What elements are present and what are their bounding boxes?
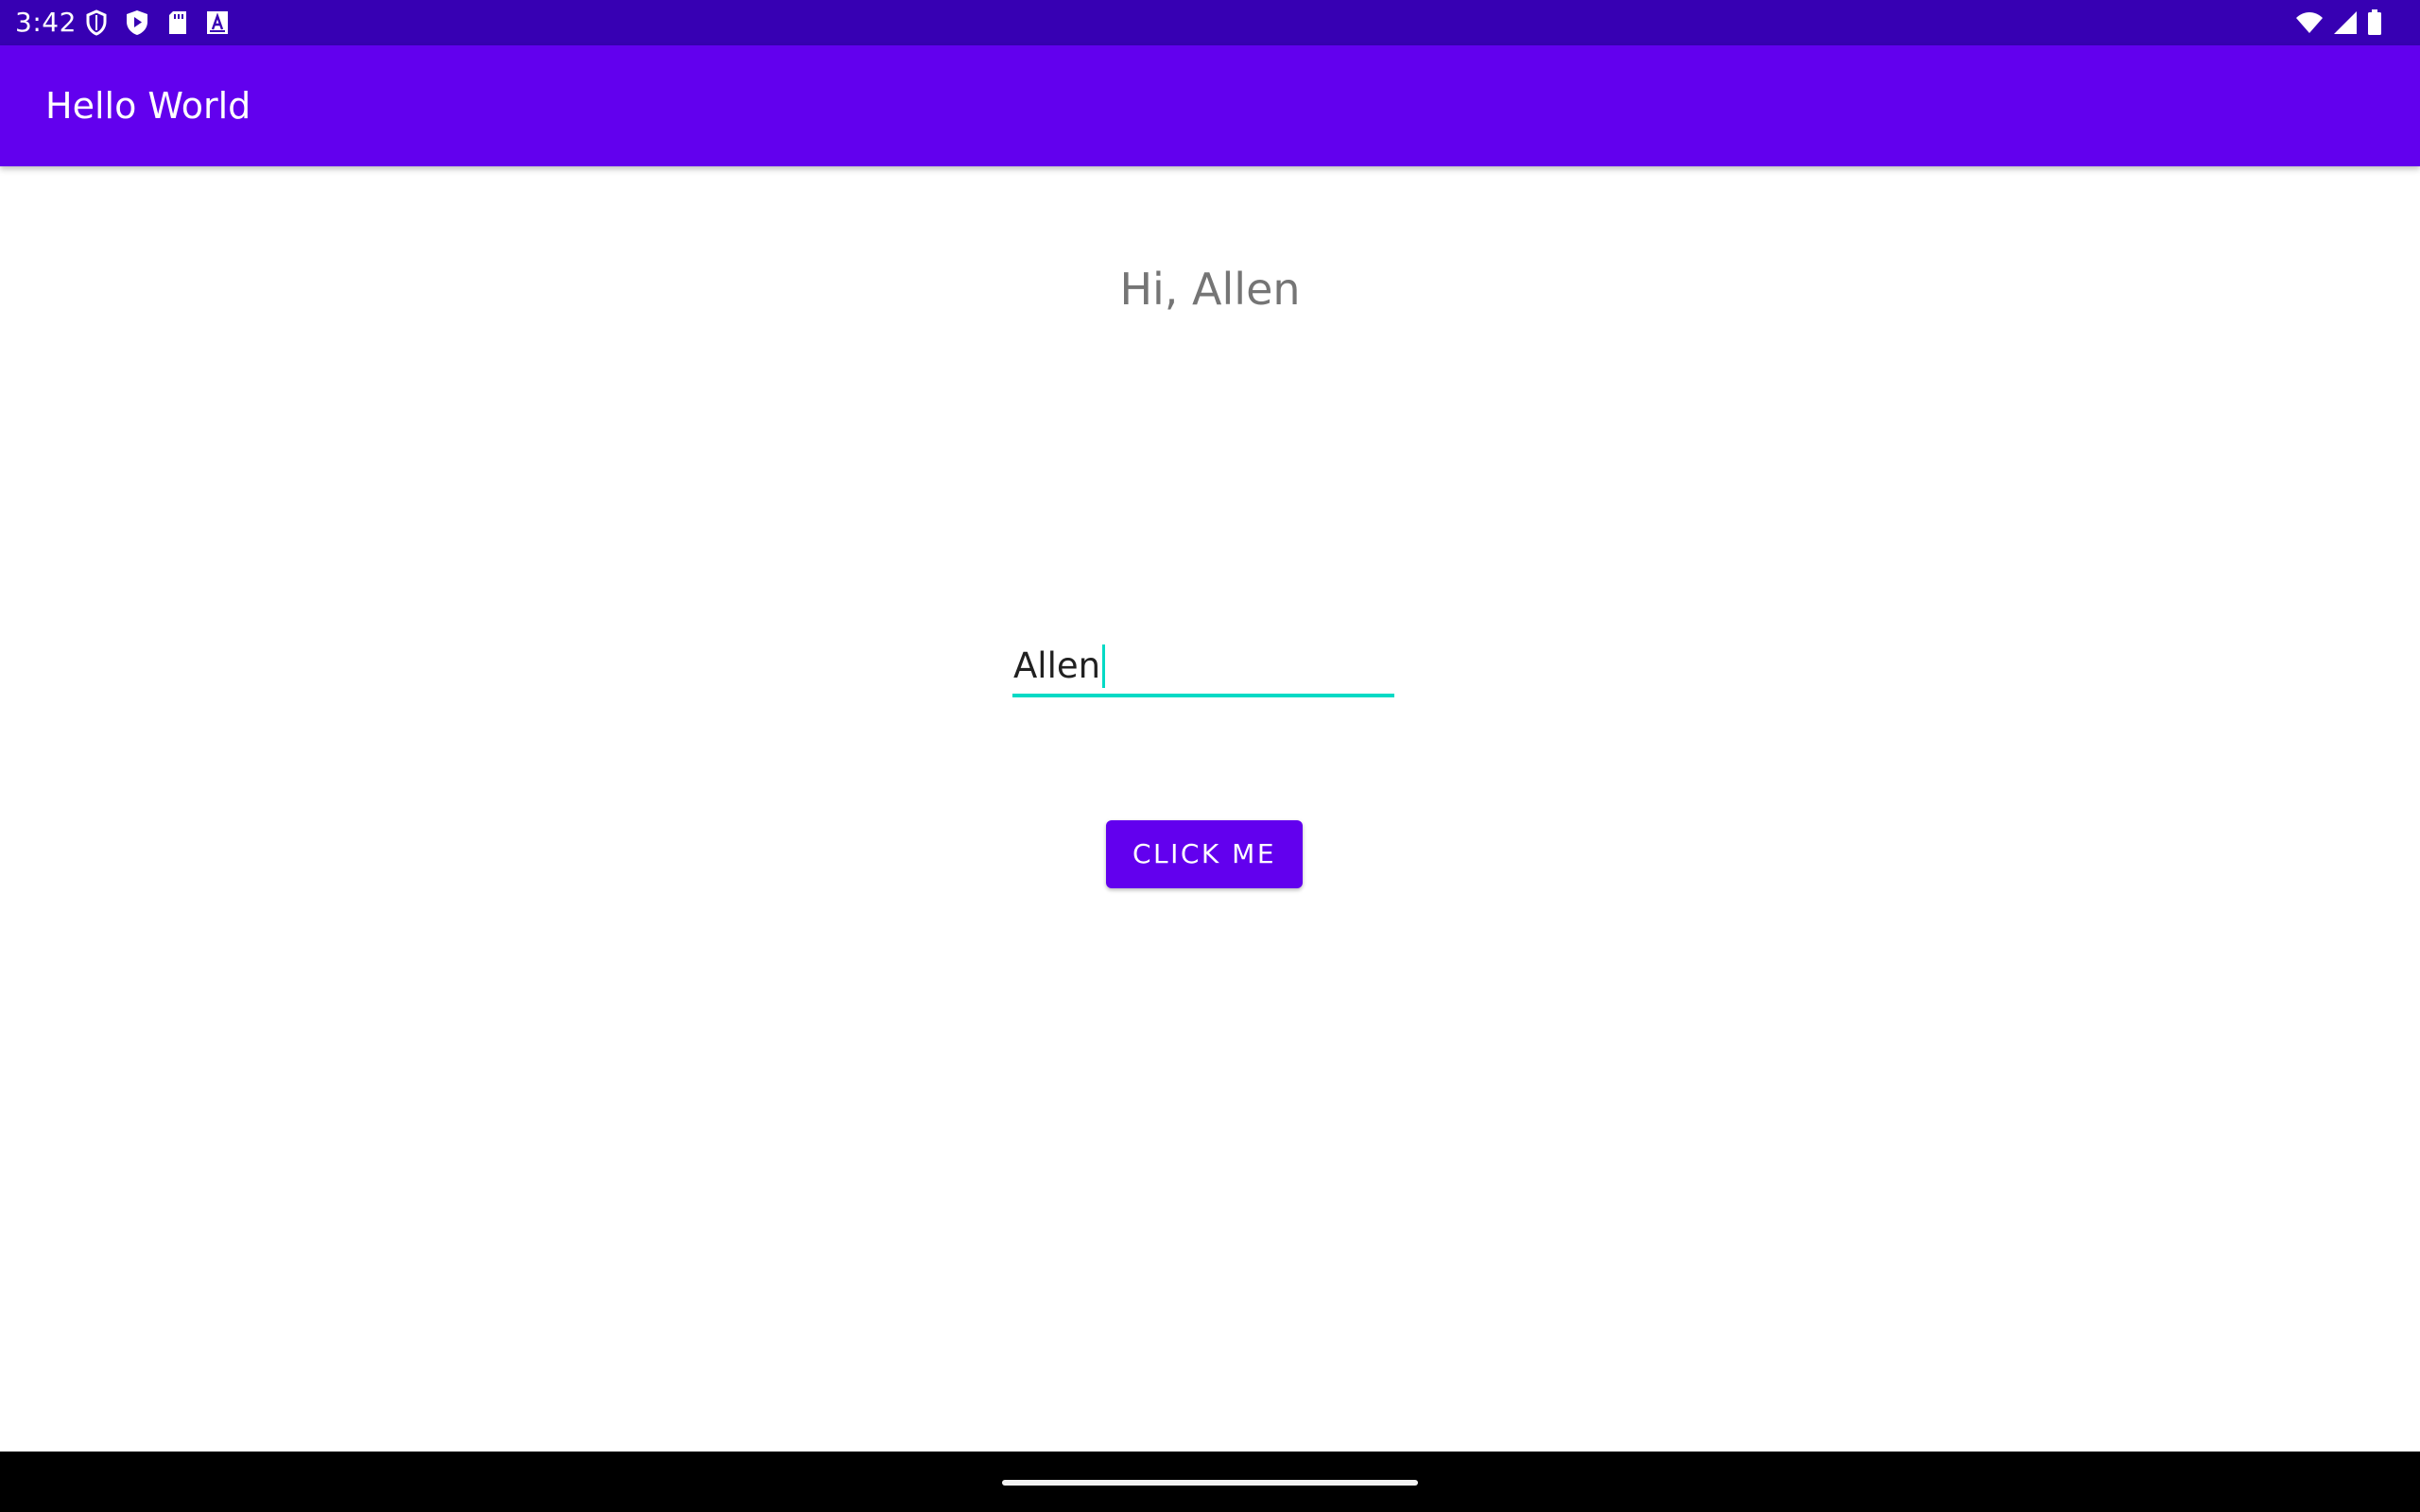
input-underline (1012, 694, 1394, 697)
app-title: Hello World (45, 85, 251, 127)
status-icons-left (85, 9, 229, 37)
navigation-bar (0, 1452, 2420, 1512)
signal-icon (2333, 10, 2358, 35)
home-gesture-handle[interactable] (1002, 1480, 1418, 1486)
name-input-text[interactable]: Allen (1013, 645, 1100, 686)
battery-icon (2367, 9, 2382, 36)
text-cursor (1102, 644, 1106, 688)
click-me-button[interactable]: Click me (1106, 820, 1303, 888)
font-a-icon (206, 10, 229, 35)
name-input[interactable]: Allen (1012, 635, 1394, 697)
status-icons-right (2295, 9, 2382, 36)
status-bar: 3:42 (0, 0, 2420, 45)
greeting-text: Hi, Allen (1119, 264, 1301, 315)
play-protect-icon (125, 9, 149, 36)
wifi-icon (2295, 11, 2324, 34)
status-time: 3:42 (15, 7, 77, 38)
sd-card-icon (166, 9, 189, 36)
app-bar: Hello World (0, 45, 2420, 166)
shield-icon (85, 9, 108, 36)
name-input-value[interactable]: Allen (1013, 644, 1106, 688)
